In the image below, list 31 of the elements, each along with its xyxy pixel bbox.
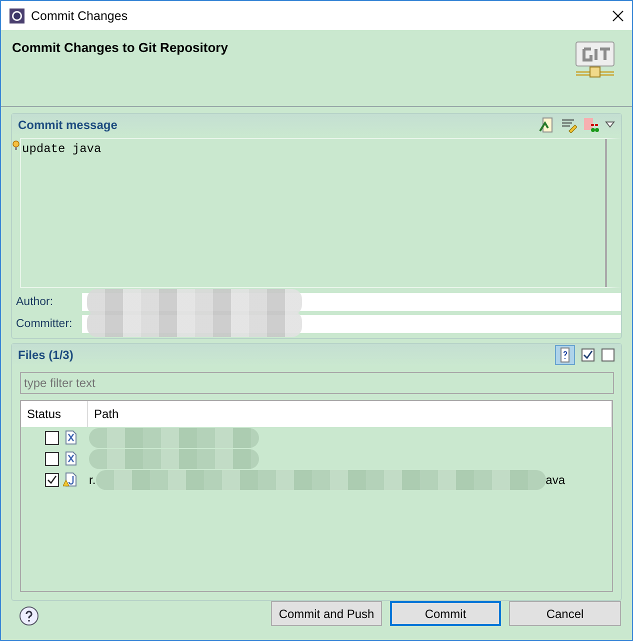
window-title: Commit Changes: [31, 8, 129, 23]
column-header[interactable]: Status: [21, 401, 88, 427]
close-icon[interactable]: [612, 10, 624, 22]
field-label: Committer:: [16, 318, 74, 330]
help-document-icon[interactable]: [555, 345, 575, 365]
document-sign-icon[interactable]: [539, 117, 555, 133]
java-file-icon: [63, 472, 77, 487]
checkbox[interactable]: [45, 472, 59, 486]
commit-button[interactable]: Commit: [390, 601, 501, 626]
uncheck-all-icon[interactable]: [601, 348, 615, 362]
changes-icon[interactable]: [583, 117, 599, 133]
path-text: r.: [89, 472, 96, 486]
column-header[interactable]: Path: [88, 401, 612, 427]
app-icon: [9, 8, 25, 24]
commit-and-push-button[interactable]: Commit and Push: [271, 601, 382, 626]
dropdown-icon[interactable]: [605, 121, 615, 129]
cancel-button[interactable]: Cancel: [509, 601, 621, 626]
path-text: ava: [546, 472, 566, 486]
xml-file-icon: [63, 430, 77, 445]
section-title: Files (1/3): [18, 348, 74, 362]
filter-field[interactable]: type filter text: [20, 372, 614, 394]
checkbox[interactable]: [45, 452, 59, 466]
checkbox[interactable]: [45, 430, 59, 444]
xml-file-icon: [63, 451, 77, 466]
lightbulb-icon: [12, 140, 20, 150]
help-icon[interactable]: [19, 606, 39, 626]
dialog-heading: Commit Changes to Git Repository: [12, 40, 228, 58]
section-title: Commit message: [18, 118, 118, 132]
check-all-icon[interactable]: [581, 348, 595, 362]
text-edit-icon[interactable]: [561, 117, 577, 133]
field-label: Author:: [16, 296, 54, 308]
